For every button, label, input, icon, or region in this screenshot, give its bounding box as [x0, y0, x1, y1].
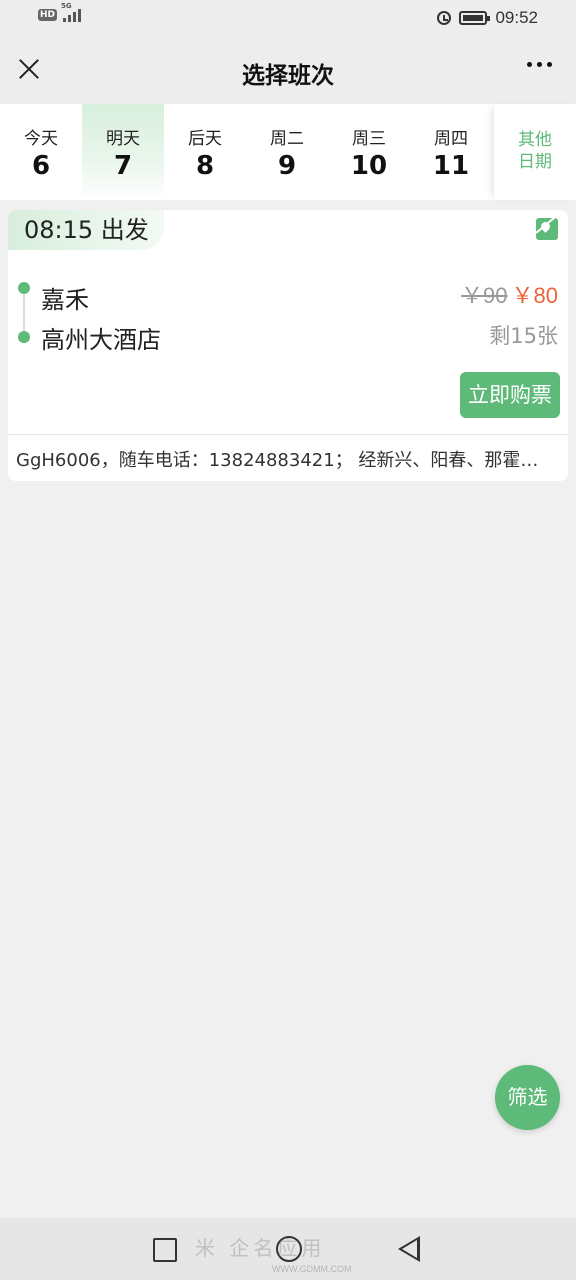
- alarm-icon: [437, 11, 452, 25]
- date-tab-number: 10: [350, 151, 388, 181]
- date-tab-number: 9: [277, 151, 297, 181]
- date-tab-number: 8: [195, 151, 215, 181]
- status-right: 09:52: [437, 8, 538, 28]
- network-type: 5G: [61, 2, 72, 10]
- remaining-tickets: 剩15张: [489, 324, 558, 348]
- current-price: ￥80: [511, 283, 558, 308]
- map-icon[interactable]: [536, 218, 558, 240]
- filter-button[interactable]: 筛选: [495, 1065, 560, 1130]
- date-tab-label: 周三: [352, 129, 386, 149]
- watermark-url: WWW.GDMM.COM: [272, 1264, 352, 1274]
- date-tab-label: 周四: [434, 129, 468, 149]
- page-title: 选择班次: [242, 63, 334, 89]
- system-nav-bar: 米 企名应用 WWW.GDMM.COM: [0, 1218, 576, 1280]
- date-tab-wednesday[interactable]: 周三 10: [328, 104, 410, 200]
- date-tab-number: 6: [31, 151, 51, 181]
- origin-dot: [18, 282, 30, 294]
- date-selector: 今天 6 明天 7 后天 8 周二 9 周三 10 周四 11 其他 日期: [0, 104, 576, 200]
- date-tab-label: 周二: [270, 129, 304, 149]
- watermark: 米 企名应用: [195, 1236, 326, 1260]
- original-price: ￥90: [461, 283, 508, 308]
- other-date-button[interactable]: 其他 日期: [494, 104, 576, 200]
- more-icon[interactable]: [527, 62, 552, 67]
- battery-icon: [459, 11, 491, 25]
- origin-stop: 嘉禾: [41, 286, 89, 314]
- other-date-line1: 其他: [518, 130, 552, 150]
- back-button[interactable]: [398, 1236, 420, 1262]
- date-tab-tomorrow[interactable]: 明天 7: [82, 104, 164, 200]
- price: ￥90 ￥80: [461, 278, 558, 310]
- date-tab-label: 后天: [188, 129, 222, 149]
- date-tab-label: 明天: [106, 129, 140, 149]
- departure-time: 08:15 出发: [8, 210, 164, 250]
- header-bar: 选择班次: [0, 38, 576, 104]
- trip-description: GgH6006，随车电话：13824883421； 经新兴、阳春、那霍…: [16, 450, 539, 471]
- date-tab-thursday[interactable]: 周四 11: [410, 104, 492, 200]
- status-bar: HD 5G 09:52: [0, 0, 576, 38]
- status-time: 09:52: [495, 8, 538, 27]
- route-line: [23, 294, 25, 336]
- recent-apps-button[interactable]: [153, 1238, 177, 1262]
- date-tab-number: 11: [432, 151, 470, 181]
- date-tab-tuesday[interactable]: 周二 9: [246, 104, 328, 200]
- destination-stop: 高州大酒店: [41, 326, 161, 354]
- date-tab-number: 7: [113, 151, 133, 181]
- status-left: HD 5G: [38, 2, 82, 22]
- date-tab-day-after[interactable]: 后天 8: [164, 104, 246, 200]
- buy-ticket-button[interactable]: 立即购票: [460, 372, 560, 418]
- hd-badge: HD: [38, 9, 58, 21]
- destination-dot: [18, 331, 30, 343]
- date-tab-label: 今天: [24, 129, 58, 149]
- trip-card[interactable]: 08:15 出发 嘉禾 高州大酒店 ￥90 ￥80 剩15张 立即购票 GgH60…: [8, 210, 568, 481]
- signal-icon: 5G: [61, 2, 82, 22]
- other-date-line2: 日期: [518, 152, 552, 172]
- divider: [8, 434, 568, 435]
- date-tab-today[interactable]: 今天 6: [0, 104, 82, 200]
